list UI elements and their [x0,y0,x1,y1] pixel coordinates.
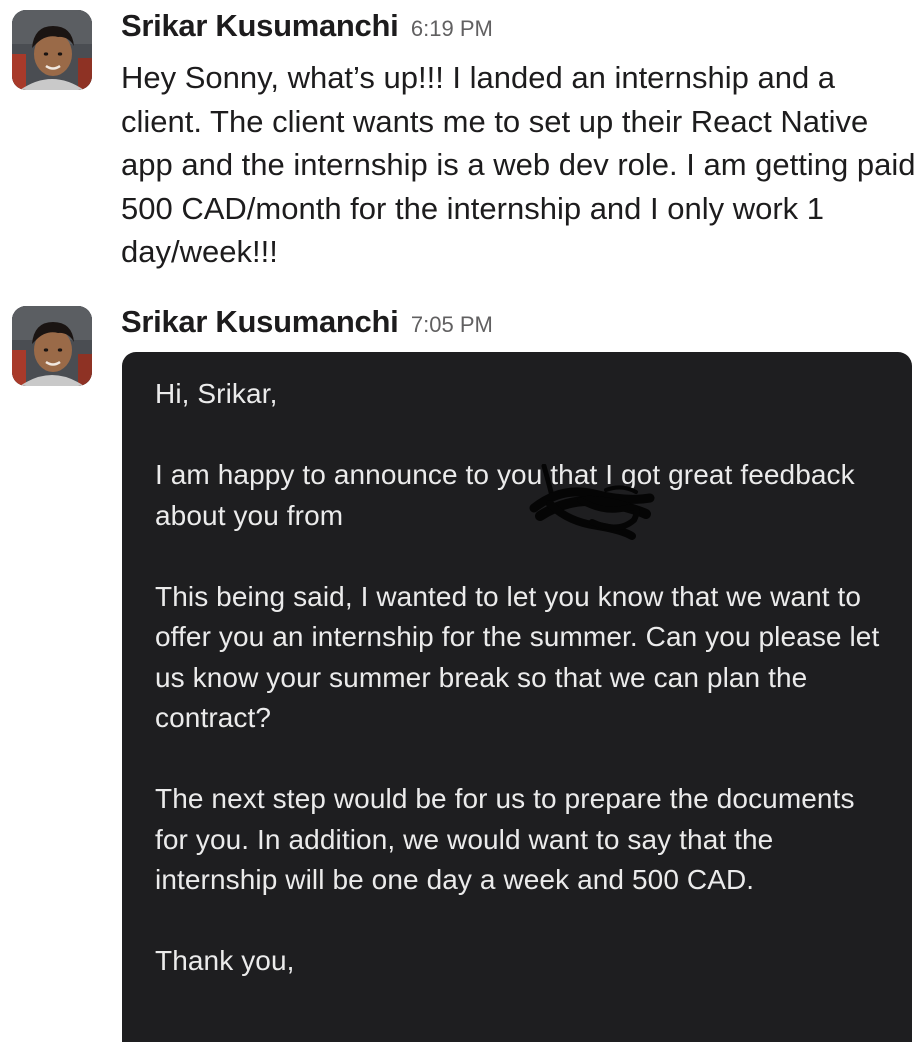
image-attachment[interactable]: Hi, Srikar, I am happy to announce to yo… [122,352,912,1042]
user-avatar-icon [12,10,92,90]
message-header: Srikar Kusumanchi 7:05 PM [121,304,493,340]
email-paragraph: This being said, I wanted to let you kno… [155,580,880,734]
message-text: Hey Sonny, what’s up!!! I landed an inte… [121,60,916,269]
avatar[interactable] [12,10,92,90]
email-greeting: Hi, Srikar, [155,378,278,409]
sender-name[interactable]: Srikar Kusumanchi [121,304,399,339]
message-timestamp[interactable]: 7:05 PM [411,312,493,337]
user-avatar-icon [12,306,92,386]
message-header: Srikar Kusumanchi 6:19 PM [121,8,493,44]
message-timestamp[interactable]: 6:19 PM [411,16,493,41]
sender-name[interactable]: Srikar Kusumanchi [121,8,399,43]
email-closing: Thank you, [155,945,295,976]
scribble-redaction-icon [529,464,655,540]
avatar[interactable] [12,306,92,386]
email-paragraph: The next step would be for us to prepare… [155,783,855,895]
